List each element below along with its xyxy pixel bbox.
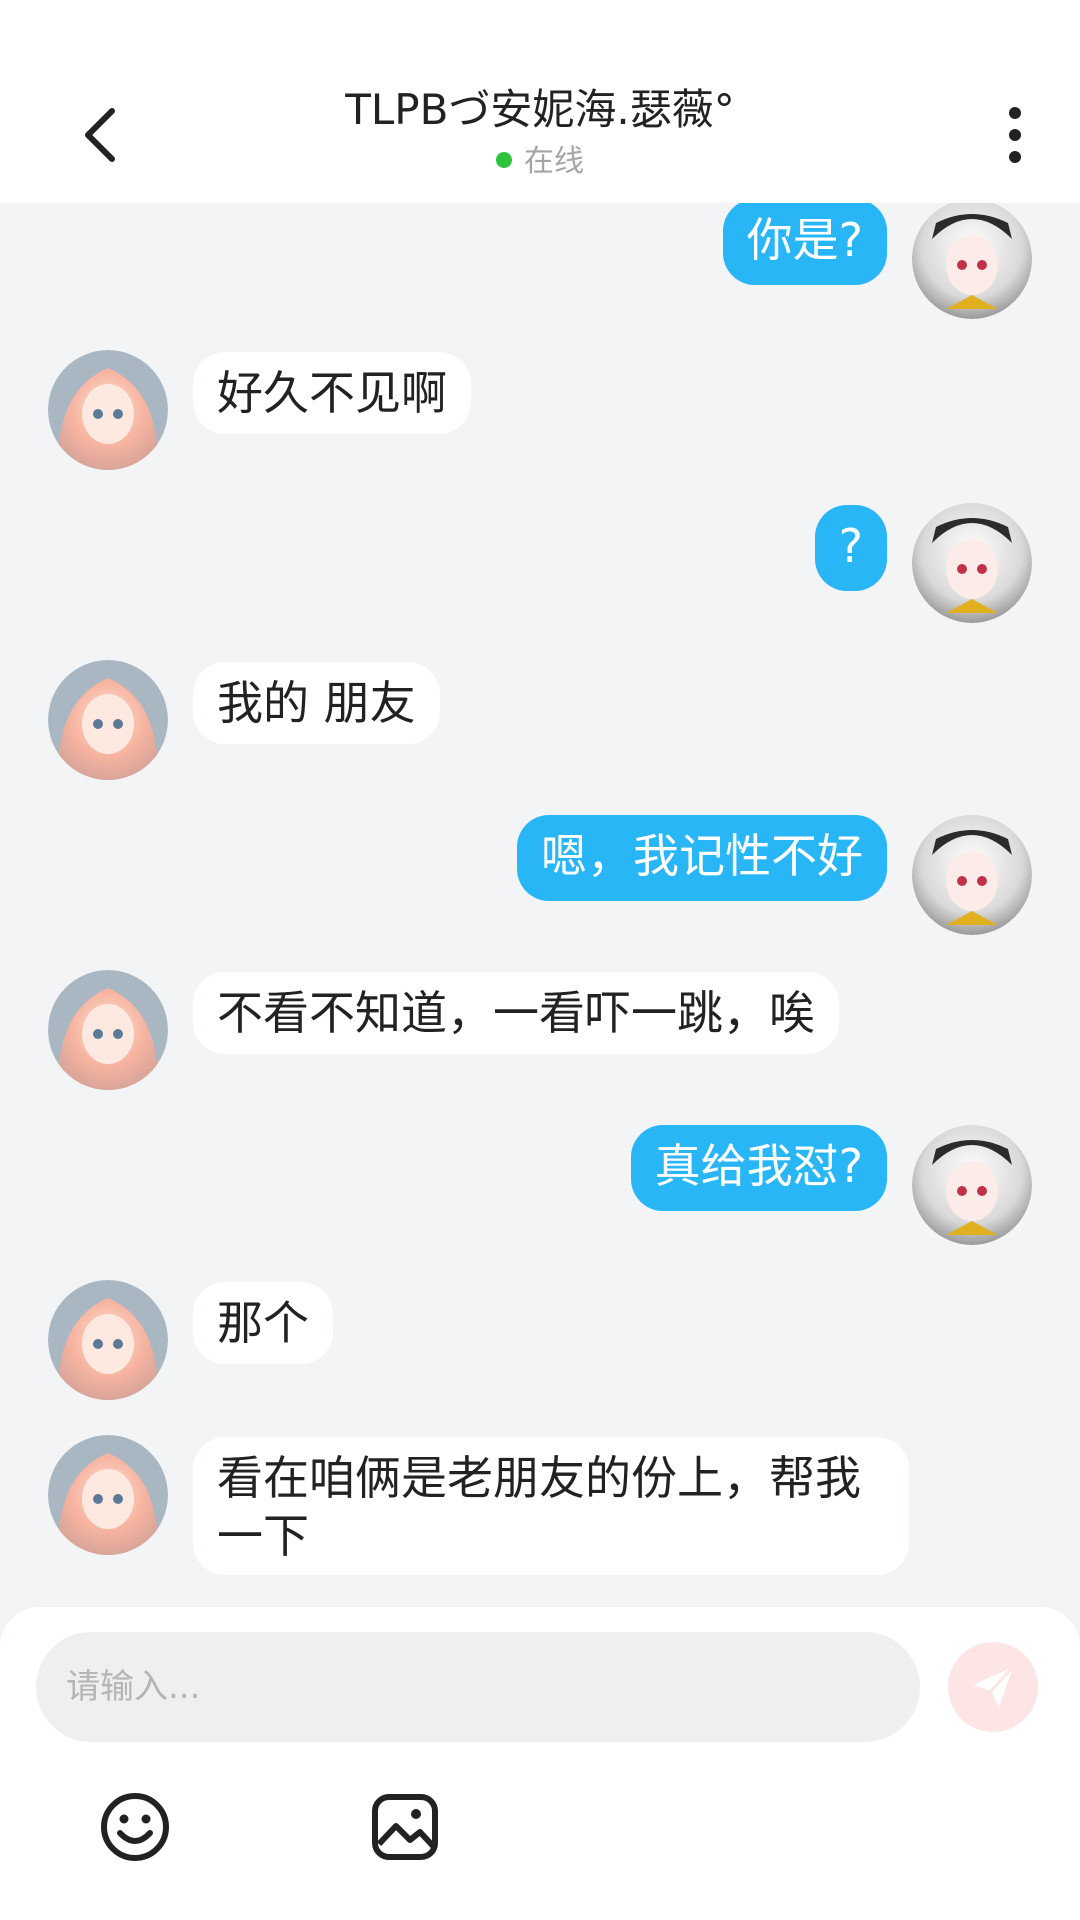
chat-header: TLPBづ安妮海.瑟薇° 在线	[0, 0, 1080, 203]
message-bubble-outgoing[interactable]: 你是?	[722, 203, 887, 285]
message-bubble-outgoing[interactable]: 真给我怼?	[630, 1125, 887, 1211]
emoji-button[interactable]	[95, 1787, 175, 1867]
message-bubble-incoming[interactable]: 看在咱俩是老朋友的份上，帮我 一下	[193, 1437, 909, 1575]
message-bubble-outgoing[interactable]: ?	[814, 505, 887, 591]
my-avatar[interactable]	[912, 203, 1032, 319]
image-button[interactable]	[365, 1787, 445, 1867]
image-icon	[372, 1794, 438, 1860]
online-status-label: 在线	[524, 144, 584, 179]
emoji-icon	[101, 1793, 169, 1861]
message-bubble-incoming[interactable]: 我的 朋友	[193, 662, 440, 744]
contact-avatar[interactable]	[48, 350, 168, 470]
online-dot-icon	[496, 151, 512, 168]
more-options-button[interactable]	[980, 95, 1050, 175]
online-status: 在线	[0, 142, 1080, 182]
my-avatar[interactable]	[912, 815, 1032, 935]
contact-avatar[interactable]	[48, 1280, 168, 1400]
contact-avatar[interactable]	[48, 1435, 168, 1555]
message-bubble-incoming[interactable]: 那个	[193, 1282, 333, 1364]
message-bubble-incoming[interactable]: 不看不知道，一看吓一跳，唉	[193, 972, 839, 1054]
send-icon	[973, 1665, 1015, 1707]
send-button[interactable]	[948, 1642, 1038, 1732]
page-title: TLPBづ安妮海.瑟薇°	[345, 85, 735, 134]
my-avatar[interactable]	[912, 1125, 1032, 1245]
message-bubble-outgoing[interactable]: 嗯，我记性不好	[517, 815, 887, 901]
message-list[interactable]: 你是? 好久不见啊 ? 我的 朋友 嗯，我记性不好 不看不知道，一看吓一跳，唉 …	[0, 203, 1080, 1605]
contact-avatar[interactable]	[48, 660, 168, 780]
input-panel: 请输入...	[0, 1607, 1080, 1920]
contact-avatar[interactable]	[48, 970, 168, 1090]
message-input[interactable]: 请输入...	[36, 1632, 920, 1742]
message-bubble-incoming[interactable]: 好久不见啊	[193, 352, 471, 434]
more-vertical-icon	[1009, 107, 1021, 163]
my-avatar[interactable]	[912, 503, 1032, 623]
